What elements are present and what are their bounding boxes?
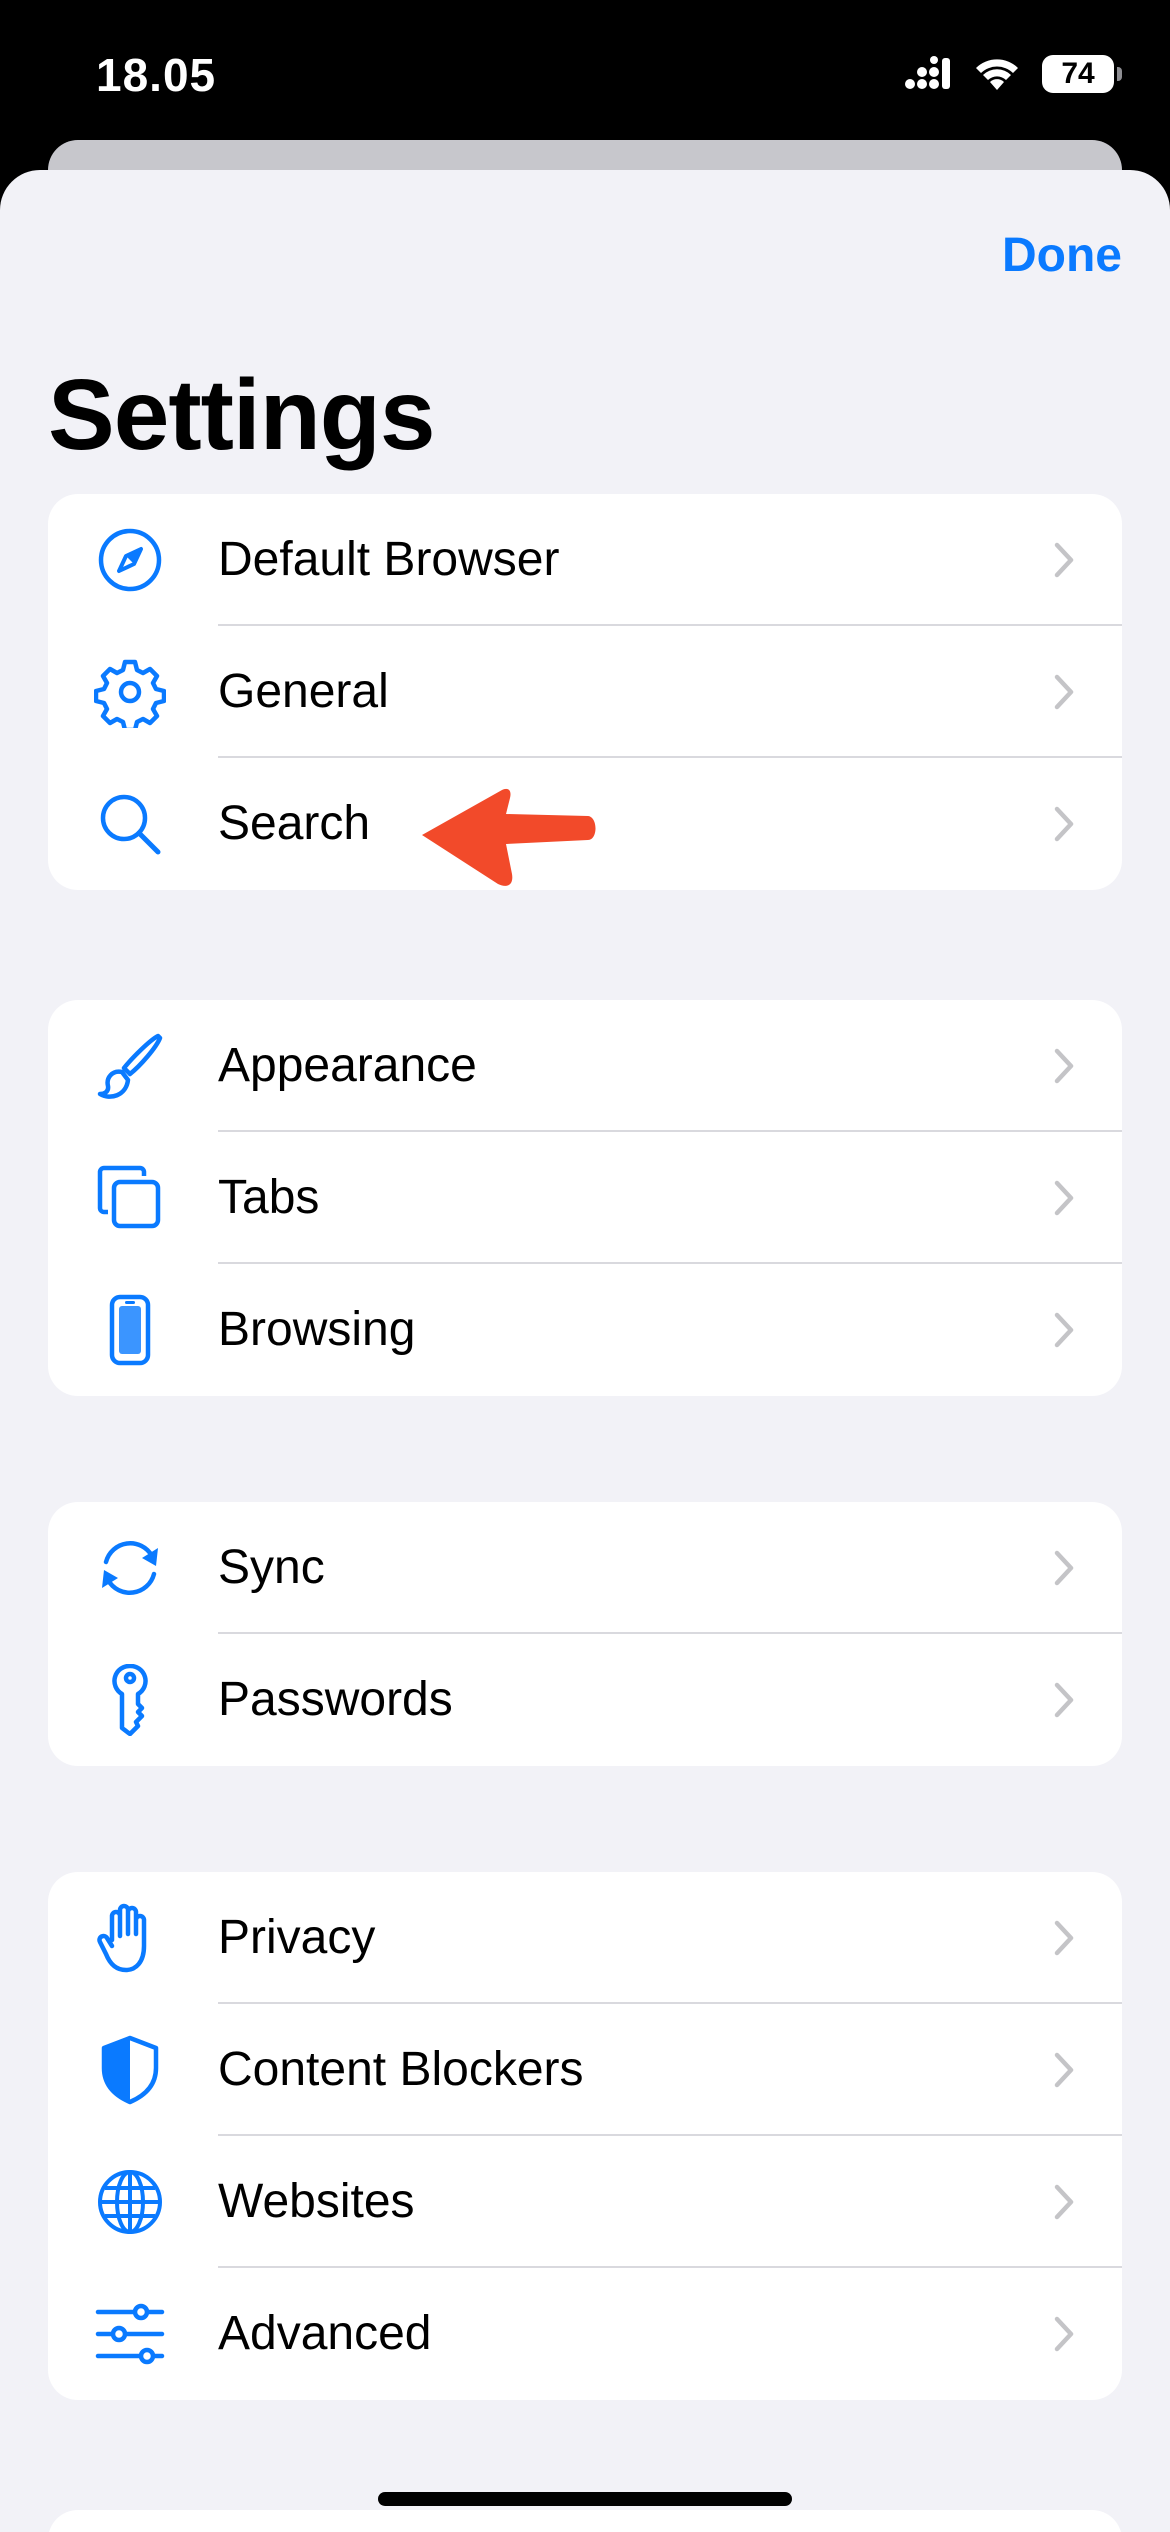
settings-row-label: Websites [218, 2175, 415, 2228]
sync-icon [94, 1534, 166, 1602]
settings-group-4: Privacy Content Blockers Websites Advanc… [48, 1872, 1122, 2400]
status-icons: 74 [904, 52, 1122, 96]
settings-row-sync[interactable]: Sync [48, 1502, 1122, 1634]
settings-row-label: Privacy [218, 1911, 376, 1964]
chevron-right-icon [1054, 542, 1074, 578]
settings-row-label: Search [218, 797, 371, 850]
annotation-arrow-icon [422, 788, 596, 886]
settings-row-label: General [218, 665, 389, 718]
settings-group-2: Appearance Tabs Browsing [48, 1000, 1122, 1396]
settings-row-tabs[interactable]: Tabs [48, 1132, 1122, 1264]
chevron-right-icon [1054, 2052, 1074, 2088]
settings-row-privacy[interactable]: Privacy [48, 1872, 1122, 2004]
globe-icon [94, 2168, 166, 2236]
tabs-icon [94, 1164, 166, 1232]
home-indicator[interactable] [378, 2492, 792, 2506]
chevron-right-icon [1054, 806, 1074, 842]
chevron-right-icon [1054, 1048, 1074, 1084]
chevron-right-icon [1054, 2316, 1074, 2352]
battery-indicator: 74 [1042, 55, 1122, 93]
compass-icon [94, 526, 166, 594]
key-icon [94, 1664, 166, 1736]
settings-row-label: Browsing [218, 1303, 416, 1356]
settings-row-label: Passwords [218, 1673, 453, 1726]
chevron-right-icon [1054, 674, 1074, 710]
chevron-right-icon [1054, 2184, 1074, 2220]
chevron-right-icon [1054, 1682, 1074, 1718]
settings-row-passwords[interactable]: Passwords [48, 1634, 1122, 1766]
done-button[interactable]: Done [1002, 228, 1122, 283]
sliders-icon [94, 2300, 166, 2368]
settings-row-general[interactable]: General [48, 626, 1122, 758]
settings-row-default-browser[interactable]: Default Browser [48, 494, 1122, 626]
next-group-peek [48, 2510, 1122, 2532]
status-bar: 18.05 74 [0, 0, 1170, 150]
paintbrush-icon [94, 1032, 166, 1100]
settings-group-3: Sync Passwords [48, 1502, 1122, 1766]
shield-icon [94, 2035, 166, 2105]
settings-row-advanced[interactable]: Advanced [48, 2268, 1122, 2400]
chevron-right-icon [1054, 1550, 1074, 1586]
cellular-signal-icon [905, 56, 950, 89]
search-icon [94, 790, 166, 858]
settings-row-label: Tabs [218, 1171, 320, 1224]
settings-row-appearance[interactable]: Appearance [48, 1000, 1122, 1132]
settings-row-websites[interactable]: Websites [48, 2136, 1122, 2268]
settings-row-label: Advanced [218, 2307, 432, 2360]
settings-row-browsing[interactable]: Browsing [48, 1264, 1122, 1396]
chevron-right-icon [1054, 1312, 1074, 1348]
chevron-right-icon [1054, 1920, 1074, 1956]
settings-row-label: Sync [218, 1541, 325, 1594]
wifi-icon [976, 59, 1018, 90]
settings-row-label: Default Browser [218, 533, 560, 586]
phone-icon [94, 1294, 166, 1366]
settings-row-label: Appearance [218, 1039, 477, 1092]
settings-row-label: Content Blockers [218, 2043, 584, 2096]
chevron-right-icon [1054, 1180, 1074, 1216]
status-time: 18.05 [96, 49, 217, 101]
gear-icon [94, 658, 166, 728]
settings-row-content-blockers[interactable]: Content Blockers [48, 2004, 1122, 2136]
hand-icon [94, 1903, 166, 1973]
settings-sheet: Done Settings Default Browser General Se… [0, 170, 1170, 2532]
page-title: Settings [48, 359, 435, 471]
